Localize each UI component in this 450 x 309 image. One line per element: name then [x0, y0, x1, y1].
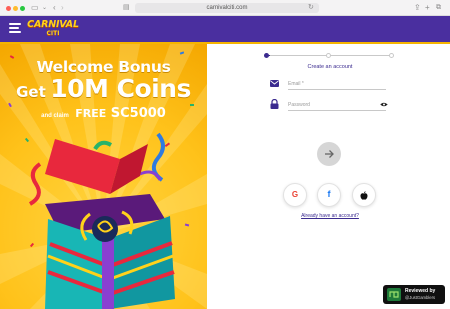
arrow-right-icon: [325, 150, 334, 158]
url-text: carnivalciti.com: [206, 5, 248, 11]
step-3-dot: [389, 53, 394, 58]
email-field[interactable]: [288, 78, 386, 90]
already-have-account-link[interactable]: Already have an account?: [290, 213, 370, 219]
privacy-icon[interactable]: ▤: [123, 3, 130, 13]
app-window: ▭ ⌄ ‹ › ▤ carnivalciti.com ↻ ⇪ + ⧉ CARNI…: [0, 0, 450, 309]
apple-icon: [360, 191, 368, 200]
submit-arrow-button[interactable]: [317, 142, 341, 166]
site-logo[interactable]: CARNIVAL CITI: [26, 18, 80, 40]
lock-icon: [270, 99, 279, 109]
hamburger-menu-icon[interactable]: [9, 23, 21, 34]
close-window-dot[interactable]: [6, 6, 11, 11]
chevron-down-icon[interactable]: ⌄: [42, 3, 47, 13]
promo-sc-amount: SC5000: [110, 106, 166, 121]
promo-free-text: FREE: [75, 107, 107, 120]
address-bar[interactable]: carnivalciti.com: [135, 3, 319, 13]
browser-toolbar: ▭ ⌄ ‹ › ▤ carnivalciti.com ↻ ⇪ + ⧉: [0, 0, 450, 16]
promo-get-text: Get: [16, 83, 46, 101]
maximize-window-dot[interactable]: [20, 6, 25, 11]
google-signin-button[interactable]: G: [283, 183, 307, 207]
step-1-dot: [264, 53, 269, 58]
promo-claim-line: and claim FREE SC5000: [0, 104, 207, 122]
promo-banner: Welcome Bonus Get 10M Coins and claim FR…: [0, 44, 207, 309]
share-icon[interactable]: ⇪: [414, 3, 421, 13]
tab-overview-icon[interactable]: ⧉: [436, 3, 441, 13]
step-2-dot: [326, 53, 331, 58]
facebook-icon: f: [327, 189, 331, 199]
reload-icon[interactable]: ↻: [308, 3, 314, 13]
minimize-window-dot[interactable]: [13, 6, 18, 11]
google-icon: G: [291, 190, 299, 199]
review-badge-handle: @JustGamblers: [405, 295, 436, 300]
envelope-icon: [270, 80, 279, 87]
facebook-signin-button[interactable]: f: [317, 183, 341, 207]
review-badge-title: Reviewed by: [405, 288, 436, 294]
promo-claim-text: and claim: [41, 113, 69, 119]
sidebar-icon[interactable]: ▭: [31, 3, 39, 13]
promo-coins-amount: 10M Coins: [50, 74, 191, 103]
promo-coins-line: Get 10M Coins: [0, 74, 207, 103]
justgamblers-logo-icon: [387, 288, 401, 301]
back-icon[interactable]: ‹: [53, 3, 56, 13]
reviewed-by-badge[interactable]: Reviewed by @JustGamblers: [383, 285, 445, 304]
eye-icon[interactable]: [380, 102, 388, 107]
step-label: Create an account: [307, 64, 353, 70]
new-tab-icon[interactable]: +: [425, 3, 430, 13]
apple-signin-button[interactable]: [352, 183, 376, 207]
password-field[interactable]: [288, 99, 386, 111]
logo-wordmark-top: CARNIVAL: [27, 19, 79, 30]
logo-wordmark-bottom: CITI: [46, 30, 60, 37]
forward-icon[interactable]: ›: [61, 3, 64, 13]
